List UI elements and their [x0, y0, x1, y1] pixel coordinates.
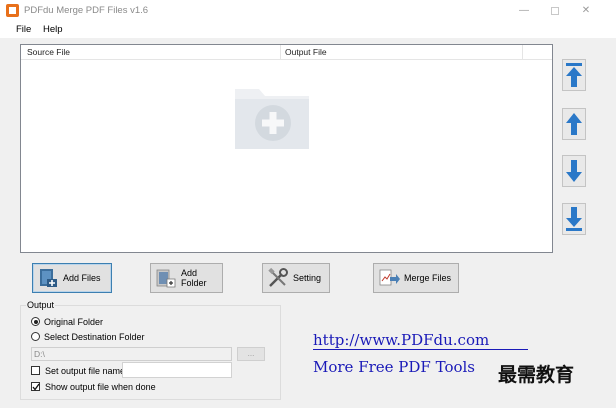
minimize-button[interactable]: — [510, 2, 538, 20]
list-header: Source File Output File [21, 45, 552, 60]
arrow-to-bottom-icon [566, 207, 582, 231]
window-title: PDFdu Merge PDF Files v1.6 [24, 5, 149, 16]
menu-bar: File Help [0, 22, 616, 38]
original-folder-label[interactable]: Original Folder [44, 317, 103, 327]
column-divider[interactable] [280, 45, 281, 60]
column-output-file[interactable]: Output File [285, 47, 327, 57]
tools-icon [268, 267, 288, 287]
select-destination-label[interactable]: Select Destination Folder [44, 332, 145, 342]
merge-icon [379, 269, 400, 286]
add-files-label: Add Files [63, 273, 101, 283]
menu-file[interactable]: File [16, 24, 31, 35]
column-divider[interactable] [522, 45, 523, 60]
add-folder-icon [235, 89, 309, 149]
select-destination-radio[interactable] [31, 332, 40, 341]
link-underline [313, 349, 528, 350]
title-bar: PDFdu Merge PDF Files v1.6 — ✕ [0, 0, 616, 22]
merge-files-label: Merge Files [404, 273, 452, 283]
close-button[interactable]: ✕ [572, 2, 600, 20]
move-up-button[interactable] [562, 108, 586, 140]
maximize-button[interactable] [541, 2, 569, 20]
move-down-button[interactable] [562, 155, 586, 187]
move-bottom-button[interactable] [562, 203, 586, 235]
setting-button[interactable]: Setting [262, 263, 330, 293]
output-group-title: Output [26, 300, 56, 310]
checkmark-icon [32, 383, 40, 391]
file-list[interactable]: Source File Output File [20, 44, 553, 253]
app-icon [6, 4, 19, 17]
setting-label: Setting [293, 273, 322, 283]
corner-watermark: 最需教育 [498, 364, 575, 386]
arrow-down-icon [566, 160, 582, 182]
more-tools-link[interactable]: More Free PDF Tools [313, 358, 475, 376]
add-files-icon [40, 269, 57, 287]
add-folder-button[interactable]: Add Folder [150, 263, 223, 293]
destination-folder-field[interactable]: D:\ [31, 347, 232, 361]
column-source-file[interactable]: Source File [27, 47, 70, 57]
set-output-name-checkbox[interactable] [31, 366, 40, 375]
arrow-to-top-icon [566, 63, 582, 87]
original-folder-radio[interactable] [31, 317, 40, 326]
folder-icon [156, 269, 176, 288]
website-link[interactable]: http://www.PDFdu.com [313, 331, 489, 349]
show-output-label[interactable]: Show output file when done [45, 382, 156, 392]
maximize-icon [551, 7, 559, 15]
merge-files-button[interactable]: Merge Files [373, 263, 459, 293]
menu-help[interactable]: Help [43, 24, 63, 35]
add-files-button[interactable]: Add Files [32, 263, 112, 293]
add-folder-label: Add Folder [181, 268, 207, 288]
set-output-name-label[interactable]: Set output file name [45, 366, 125, 376]
move-top-button[interactable] [562, 59, 586, 91]
output-file-name-field[interactable] [122, 362, 232, 378]
arrow-up-icon [566, 113, 582, 135]
browse-button[interactable]: ... [237, 347, 265, 361]
show-output-checkbox[interactable] [31, 382, 40, 391]
